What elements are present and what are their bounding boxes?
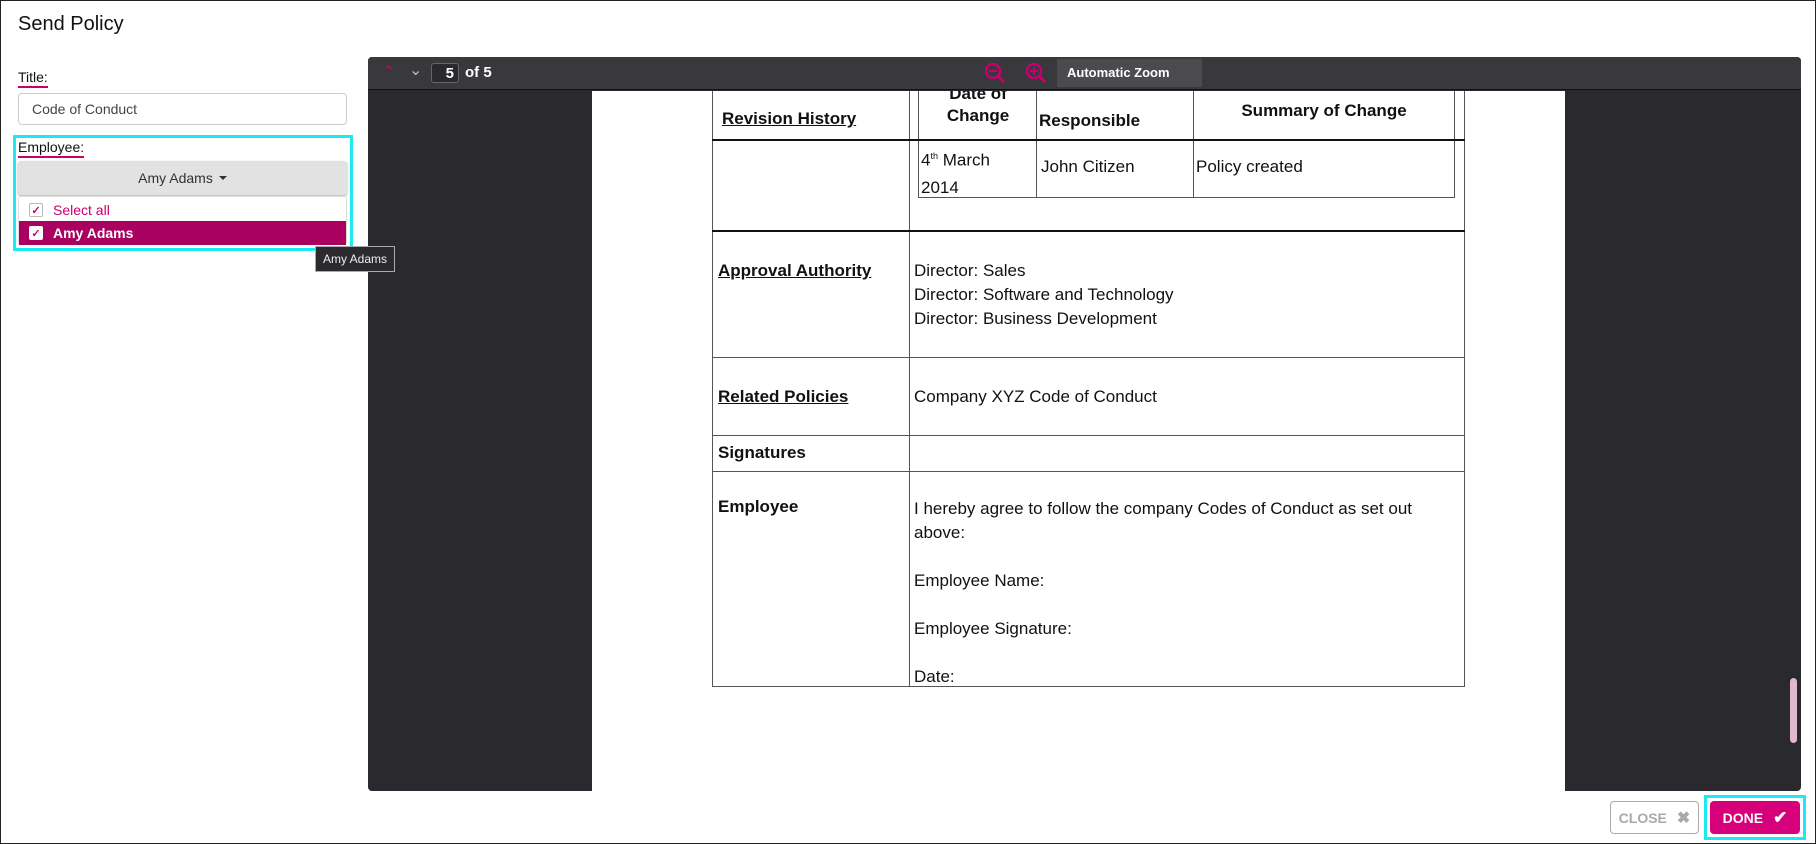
row-date: 4th March 2014 <box>921 150 990 197</box>
header-summary: Summary of Change <box>1241 101 1407 120</box>
zoom-out-icon[interactable] <box>984 62 1006 84</box>
scrollbar-thumb[interactable] <box>1790 678 1797 743</box>
next-page-icon[interactable]: ⌄ <box>409 60 422 80</box>
employee-label: Employee: <box>18 139 85 158</box>
previous-page-icon[interactable]: ⌃ <box>382 62 395 82</box>
page-number-input[interactable] <box>431 63 459 83</box>
option-label: Select all <box>53 202 110 218</box>
employee-doc-label: Employee <box>718 497 799 516</box>
employee-dropdown[interactable]: Amy Adams <box>18 161 347 195</box>
option-label: Amy Adams <box>53 225 134 241</box>
employee-dropdown-menu: ✓ Select all ✓ Amy Adams <box>18 196 347 245</box>
zoom-select[interactable]: Automatic Zoom <box>1057 59 1202 87</box>
checkbox-checked-icon[interactable]: ✓ <box>29 203 43 217</box>
approval-list: Director: Sales Director: Software and Te… <box>914 261 1174 328</box>
close-icon: ✖ <box>1676 809 1691 827</box>
approval-authority-label: Approval Authority <box>718 261 872 280</box>
header-responsible: Responsible <box>1039 111 1141 130</box>
title-label: Title: <box>18 69 48 88</box>
revision-history-label: Revision History <box>722 109 857 128</box>
employee-dropdown-value: Amy Adams <box>138 170 213 186</box>
related-policies-value: Company XYZ Code of Conduct <box>914 387 1157 406</box>
zoom-in-icon[interactable] <box>1025 62 1047 84</box>
checkbox-checked-icon[interactable]: ✓ <box>29 226 43 240</box>
caret-down-icon <box>218 176 227 180</box>
pdf-viewer: ⌃ ⌄ of 5 Automatic Zoom Revision History… <box>368 57 1801 791</box>
close-button[interactable]: CLOSE ✖ <box>1610 801 1699 834</box>
done-button[interactable]: DONE ✔ <box>1710 801 1800 834</box>
title-input[interactable] <box>18 93 347 125</box>
option-select-all[interactable]: ✓ Select all <box>19 198 346 222</box>
employee-agreement: I hereby agree to follow the company Cod… <box>914 499 1413 686</box>
option-amy-adams[interactable]: ✓ Amy Adams <box>19 221 346 245</box>
page-total: of 5 <box>465 64 492 81</box>
row-summary: Policy created <box>1196 157 1303 176</box>
header-date: Date of Change <box>946 91 1010 125</box>
pdf-toolbar: ⌃ ⌄ of 5 Automatic Zoom <box>368 57 1801 90</box>
pdf-page: Revision History Date of Change Responsi… <box>592 91 1565 791</box>
signatures-label: Signatures <box>718 443 806 462</box>
dialog-title: Send Policy <box>18 13 124 35</box>
tooltip: Amy Adams <box>315 246 396 272</box>
related-policies-label: Related Policies <box>718 387 849 406</box>
row-responsible: John Citizen <box>1041 157 1135 176</box>
check-icon: ✔ <box>1773 807 1788 827</box>
